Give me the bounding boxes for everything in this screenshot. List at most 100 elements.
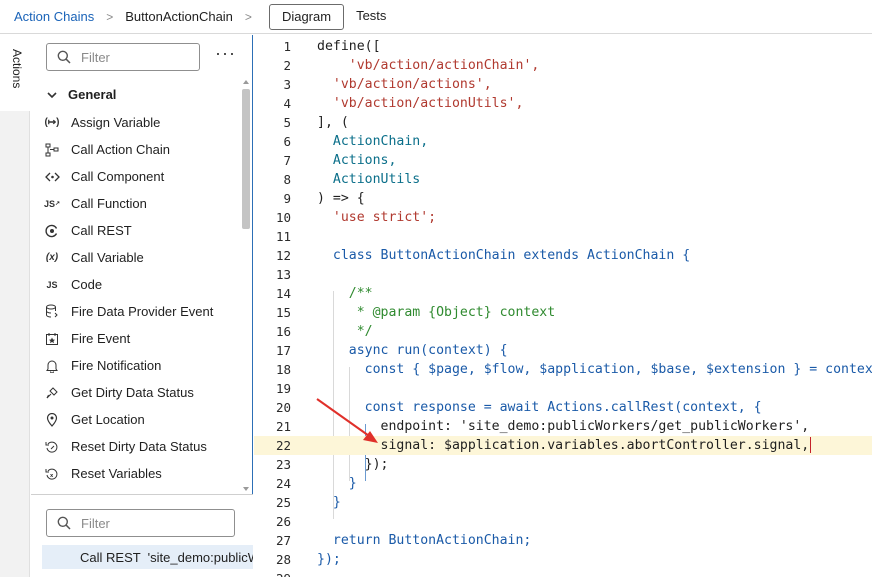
action-item[interactable]: JS ↗ Call Function [44, 190, 242, 217]
scroll-up-arrow[interactable] [243, 80, 249, 84]
tab-tests[interactable]: Tests [344, 4, 398, 30]
code-line: 7 Actions, [283, 153, 397, 168]
code-line: 24 } [275, 476, 357, 491]
code-line: 5], ( [283, 115, 349, 130]
action-item-label: Fire Data Provider Event [71, 304, 214, 319]
code-text: 'use strict'; [317, 210, 437, 225]
scroll-down-arrow[interactable] [243, 487, 249, 491]
call-component-icon [44, 169, 60, 185]
action-list: (↦) Assign Variable Call Action Chain Ca… [44, 109, 242, 487]
chevron-right-icon: > [244, 9, 252, 24]
structure-pane: Call REST 'site_demo:publicW [31, 494, 253, 577]
code-text: 'vb/action/actions', [317, 77, 492, 92]
action-item-label: Call REST [71, 223, 132, 238]
code-line: 16 */ [275, 324, 373, 339]
code-text: Actions, [317, 153, 397, 168]
side-rail: Actions [0, 35, 30, 577]
svg-text:x: x [50, 473, 54, 479]
code-line: 12 class ButtonActionChain extends Actio… [275, 248, 691, 263]
get-location-icon [44, 412, 60, 428]
code-line: 21 endpoint: 'site_demo:publicWorkers/ge… [275, 419, 810, 434]
code-line: 26 [275, 514, 291, 529]
code-text: ) => { [317, 191, 365, 206]
action-item[interactable]: (x) Call Variable [44, 244, 242, 271]
code-line: 6 ActionChain, [283, 134, 429, 149]
action-item-label: Call Action Chain [71, 142, 170, 157]
code-line: 1 define([ [283, 39, 381, 54]
more-options-button[interactable]: ··· [215, 44, 235, 69]
code-line: 2 'vb/action/actionChain', [283, 58, 540, 73]
code-text: ], ( [317, 115, 349, 130]
call-action-chain-icon [44, 142, 60, 158]
structure-filter-input[interactable] [81, 515, 191, 531]
breadcrumb-current: ButtonActionChain [125, 9, 233, 24]
code-line: 14 /** [275, 286, 373, 301]
group-general-header[interactable]: General [46, 87, 116, 102]
palette-scrollbar[interactable] [242, 89, 250, 229]
code-text: */ [317, 324, 373, 339]
code-line: 13 [275, 267, 291, 282]
action-item-label: Call Function [71, 196, 147, 211]
code-line: 3 'vb/action/actions', [283, 77, 492, 92]
tab-diagram[interactable]: Diagram [268, 3, 345, 30]
structure-row-call-rest[interactable]: Call REST 'site_demo:publicW [42, 545, 253, 569]
code-line: 10 'use strict'; [275, 210, 437, 225]
chevron-down-icon [47, 91, 57, 98]
action-item[interactable]: Fire Notification [44, 352, 242, 379]
code-text: } [317, 495, 341, 510]
action-item[interactable]: Call Action Chain [44, 136, 242, 163]
code-text: }); [317, 457, 389, 472]
action-item[interactable]: Get Dirty Data Status [44, 379, 242, 406]
action-item[interactable]: Fire Data Provider Event [44, 298, 242, 325]
palette-filter-input[interactable] [81, 49, 191, 65]
chevron-right-icon: > [106, 9, 114, 24]
action-item[interactable]: x Reset Variables [44, 460, 242, 487]
action-item-label: Reset Dirty Data Status [71, 439, 207, 454]
code-text: ActionChain, [317, 134, 429, 149]
action-item-label: Reset Variables [71, 466, 162, 481]
code-line: 18 const { $page, $flow, $application, $… [254, 360, 872, 379]
assign-variable-icon: (↦) [44, 117, 60, 128]
fire-event-icon [44, 331, 60, 347]
action-item[interactable]: Call Component [44, 163, 242, 190]
action-item[interactable]: Reset Dirty Data Status [44, 433, 242, 460]
action-item[interactable]: Fire Event [44, 325, 242, 352]
code-line: 17 async run(context) { [275, 343, 508, 358]
action-item-label: Get Location [71, 412, 145, 427]
code-text: 'vb/action/actionUtils', [317, 96, 524, 111]
action-item[interactable]: (↦) Assign Variable [44, 109, 242, 136]
call-rest-icon [44, 223, 60, 239]
code-editor[interactable]: 1 define([ 2 'vb/action/actionChain', 3 '… [254, 35, 872, 577]
action-item[interactable]: JS Code [44, 271, 242, 298]
code-text: /** [317, 286, 373, 301]
action-item-label: Code [71, 277, 103, 292]
code-line: 19 [275, 381, 291, 396]
search-icon [57, 50, 71, 64]
call-variable-icon: (x) [45, 252, 59, 263]
code-line: 8 ActionUtils [283, 172, 421, 187]
breadcrumb-action-chains[interactable]: Action Chains [14, 9, 94, 24]
code-icon: JS [46, 279, 58, 290]
fire-data-provider-event-icon [44, 304, 60, 320]
code-line: 11 [275, 229, 291, 244]
rail-tab-actions[interactable]: Actions [0, 35, 30, 111]
action-item[interactable]: Get Location [44, 406, 242, 433]
code-text: 'vb/action/actionChain', [332, 58, 540, 73]
code-text: endpoint: 'site_demo:publicWorkers/get_p… [317, 419, 810, 434]
code-line: 25 } [275, 495, 341, 510]
code-line-highlighted: 22 signal: $application.variables.abortC… [254, 436, 872, 455]
code-text: return ButtonActionChain; [317, 533, 532, 548]
code-text: const { $page, $flow, $application, $bas… [317, 362, 872, 377]
code-text: class ButtonActionChain extends ActionCh… [317, 248, 691, 263]
action-item[interactable]: Call REST [44, 217, 242, 244]
code-text: signal: $application.variables.abortCont… [317, 438, 810, 453]
code-text: }); [317, 552, 341, 567]
code-line: 15 * @param {Object} context [275, 305, 556, 320]
code-line: 23 }); [275, 457, 389, 472]
fire-notification-icon [44, 358, 60, 374]
search-icon [57, 516, 71, 530]
group-label: General [68, 87, 117, 102]
code-line: 29 [254, 569, 872, 577]
code-text: ActionUtils [317, 172, 421, 187]
code-line: 9) => { [283, 191, 365, 206]
